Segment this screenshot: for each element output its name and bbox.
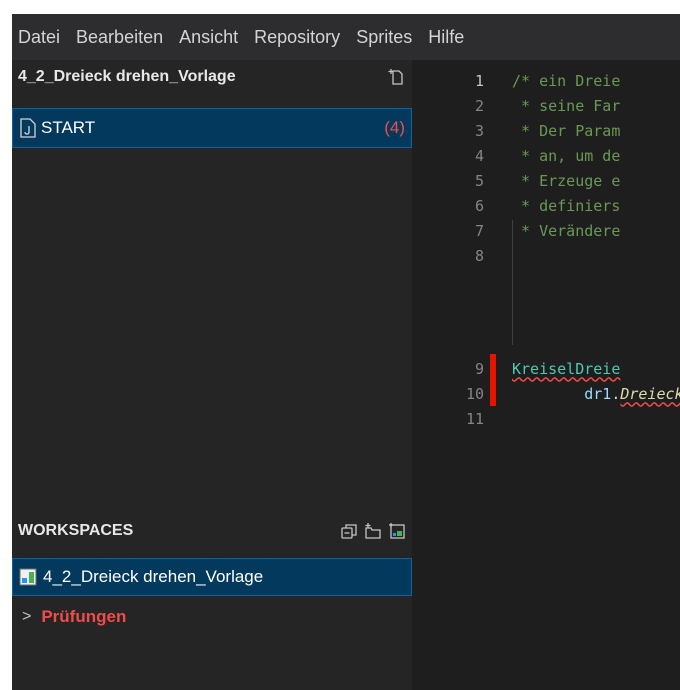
- line-number: 6: [474, 196, 484, 215]
- file-name: START: [41, 118, 96, 137]
- code-line: 1 /* ein Dreie: [412, 68, 680, 93]
- new-workspace-icon[interactable]: [388, 522, 406, 540]
- code-text: * definiers: [512, 196, 621, 215]
- line-number: 5: [474, 171, 484, 190]
- code-editor[interactable]: 1 /* ein Dreie 2 * seine Far 3 * Der Par…: [412, 60, 680, 690]
- new-folder-icon[interactable]: [364, 522, 382, 540]
- code-text: /* ein Dreie: [512, 71, 621, 90]
- code-line: 11: [412, 406, 680, 431]
- code-text: * an, um de: [512, 146, 621, 165]
- line-number: 4: [474, 146, 484, 165]
- line-number: 9: [474, 359, 484, 378]
- menu-repository[interactable]: Repository: [246, 27, 348, 48]
- line-number: 8: [474, 246, 484, 265]
- collapse-all-icon[interactable]: [340, 522, 358, 540]
- code-line: 5 * Erzeuge e: [412, 168, 680, 193]
- menu-datei[interactable]: Datei: [12, 27, 68, 48]
- line-number: 1: [474, 71, 484, 90]
- sidebar: 4_2_Dreieck drehen_Vorlage START (4) WOR…: [12, 60, 412, 690]
- workspace-label: 4_2_Dreieck drehen_Vorlage: [43, 567, 264, 586]
- menu-ansicht[interactable]: Ansicht: [171, 27, 246, 48]
- line-number: 7: [474, 221, 484, 240]
- new-file-icon[interactable]: [388, 68, 406, 86]
- menu-sprites[interactable]: Sprites: [348, 27, 420, 48]
- code-text: * Verändere: [512, 221, 621, 240]
- line-number: 10: [465, 384, 484, 403]
- line-number: 3: [474, 121, 484, 140]
- menu-bearbeiten[interactable]: Bearbeiten: [68, 27, 171, 48]
- code-line: 8: [412, 243, 680, 268]
- problem-count-badge: (4): [384, 118, 405, 137]
- code-line: 2 * seine Far: [412, 93, 680, 118]
- code-line: 4 * an, um de: [412, 143, 680, 168]
- javascript-file-icon: [20, 118, 36, 138]
- code-text: * seine Far: [512, 96, 621, 115]
- file-item-start[interactable]: START (4): [12, 108, 412, 148]
- menu-bar: Datei Bearbeiten Ansicht Repository Spri…: [12, 14, 680, 60]
- tree-item-pruefungen[interactable]: > Prüfungen: [12, 602, 410, 632]
- explorer-title: 4_2_Dreieck drehen_Vorlage: [18, 68, 236, 85]
- method-token: DreieckD: [620, 384, 680, 403]
- explorer-header: 4_2_Dreieck drehen_Vorlage: [12, 60, 412, 94]
- code-line: 7 * Verändere: [412, 218, 680, 243]
- workspace-icon: [19, 568, 37, 586]
- chevron-right-icon[interactable]: >: [22, 608, 31, 626]
- code-line: 6 * definiers: [412, 193, 680, 218]
- ide-window: Datei Bearbeiten Ansicht Repository Spri…: [12, 14, 680, 690]
- line-number: 11: [465, 409, 484, 428]
- menu-hilfe[interactable]: Hilfe: [420, 27, 472, 48]
- variable-token: dr1: [584, 384, 612, 403]
- code-text: * Erzeuge e: [512, 171, 621, 190]
- code-line: 10 dr1.DreieckD: [412, 381, 680, 406]
- line-number: 2: [474, 96, 484, 115]
- workspace-item[interactable]: 4_2_Dreieck drehen_Vorlage: [12, 558, 412, 596]
- code-text: * Der Param: [512, 121, 621, 140]
- tree-item-label: Prüfungen: [41, 607, 127, 626]
- workspaces-header: WORKSPACES: [12, 514, 412, 548]
- code-line: 3 * Der Param: [412, 118, 680, 143]
- workspaces-title: WORKSPACES: [18, 522, 134, 539]
